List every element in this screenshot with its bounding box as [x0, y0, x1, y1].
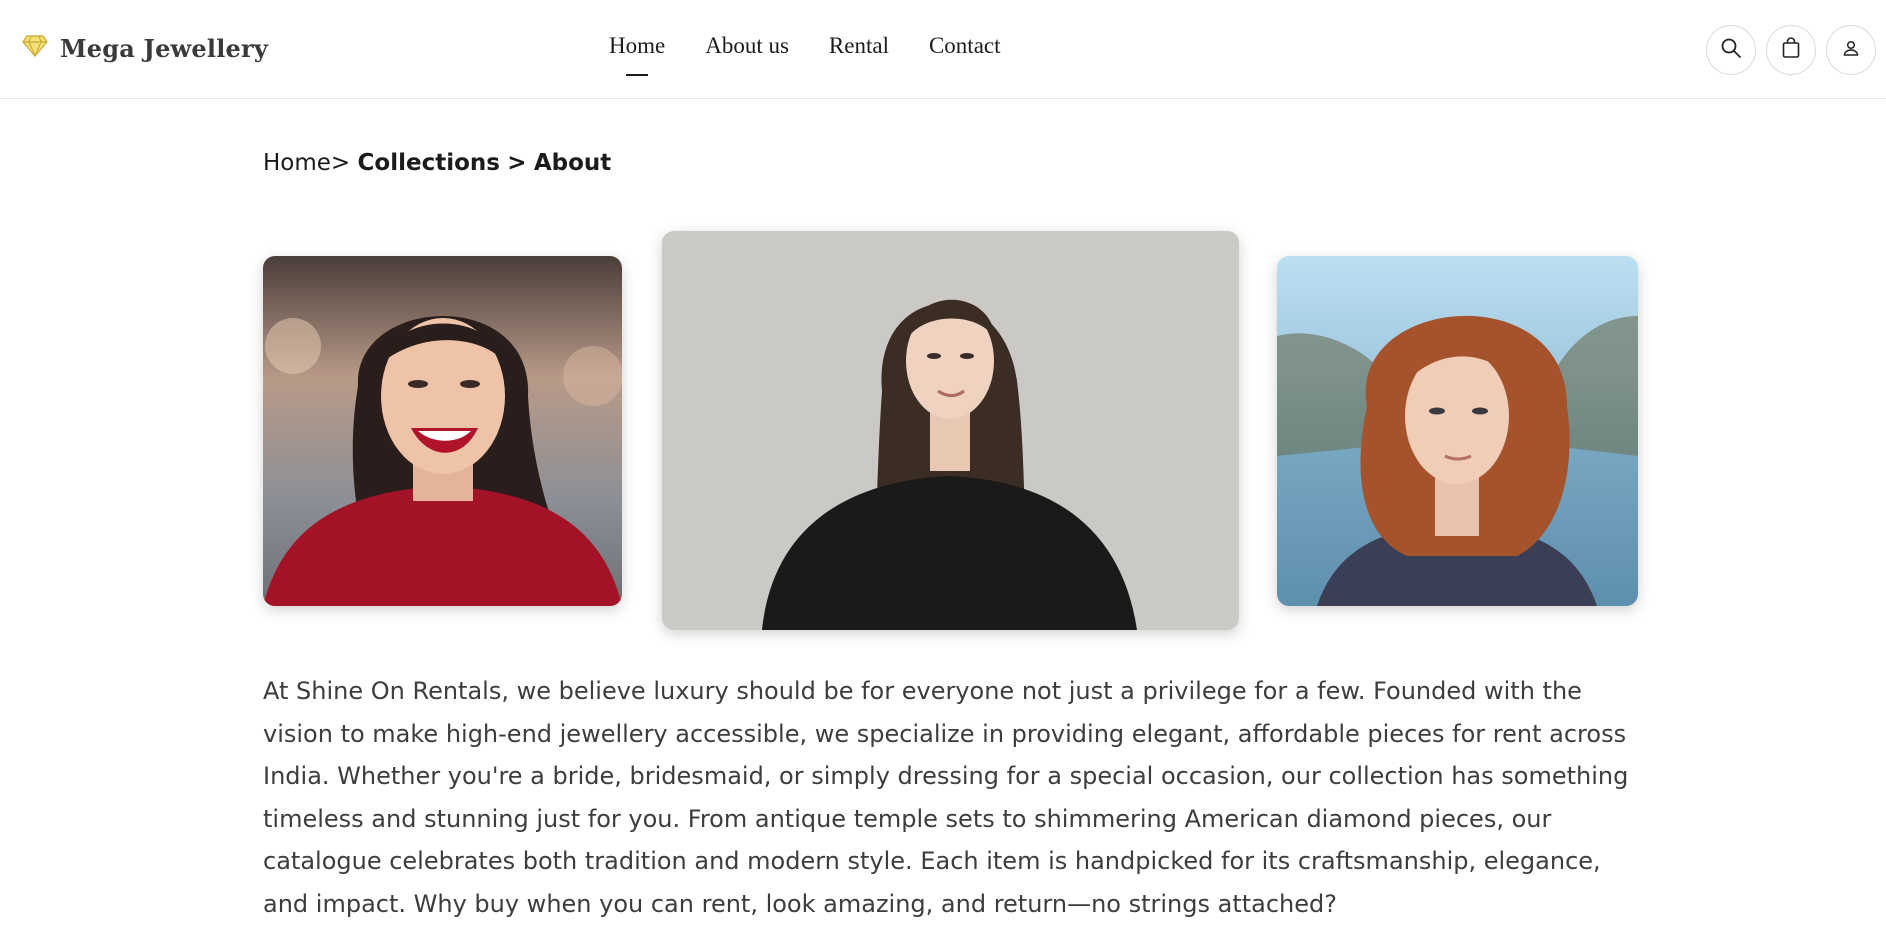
breadcrumb-collections[interactable]: Collections	[358, 150, 500, 176]
breadcrumb-home[interactable]: Home>	[263, 150, 350, 176]
diamond-icon	[22, 35, 48, 61]
breadcrumb-current: About	[533, 150, 612, 176]
gallery-photo-1	[263, 256, 622, 606]
main-nav: Home About us Rental Contact	[609, 30, 1001, 76]
header-actions	[1706, 25, 1876, 75]
gallery-photo-3	[1277, 256, 1638, 606]
search-button[interactable]	[1706, 25, 1756, 75]
breadcrumb-separator: >	[507, 150, 527, 176]
about-description: At Shine On Rentals, we believe luxury s…	[263, 677, 1629, 918]
nav-rental[interactable]: Rental	[829, 30, 889, 70]
gallery-photo-2	[662, 231, 1239, 630]
site-header: Mega Jewellery Home About us Rental Cont…	[0, 0, 1886, 99]
search-icon	[1720, 37, 1742, 63]
cart-button[interactable]	[1766, 25, 1816, 75]
nav-contact[interactable]: Contact	[929, 30, 1001, 70]
breadcrumb: Home> Collections > About	[263, 150, 611, 176]
brand-name: Mega Jewellery	[60, 33, 268, 63]
nav-home[interactable]: Home	[609, 30, 665, 76]
brand-logo[interactable]: Mega Jewellery	[22, 30, 268, 66]
account-button[interactable]	[1826, 25, 1876, 75]
shopping-bag-icon	[1781, 37, 1801, 63]
nav-about-us[interactable]: About us	[705, 30, 789, 70]
user-icon	[1842, 39, 1860, 61]
